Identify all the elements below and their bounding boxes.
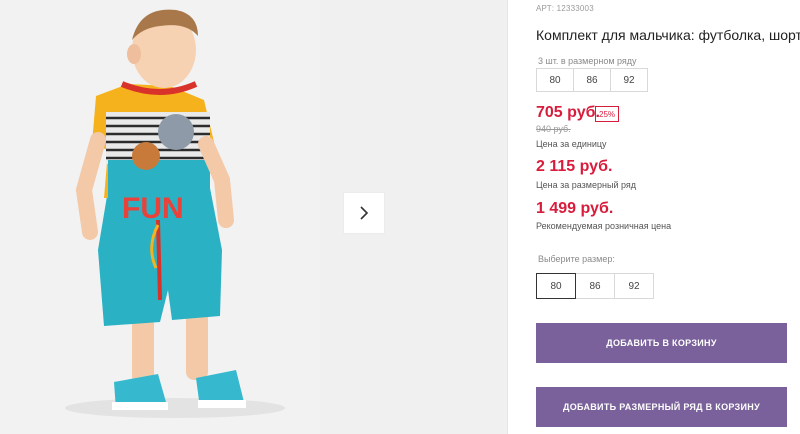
product-photo[interactable]: FUN [0, 0, 320, 434]
column-divider [507, 0, 508, 434]
size-select-label: Выберите размер: [538, 254, 615, 264]
shirt-print-text: FUN [122, 192, 184, 225]
unit-price-label: Цена за единицу [536, 139, 607, 149]
pack-size-cell: 92 [610, 68, 648, 92]
pack-size-cell: 86 [573, 68, 611, 92]
size-option-86[interactable]: 86 [575, 273, 615, 299]
unit-price: 705 руб. [536, 104, 600, 121]
product-title: Комплект для мальчика: футболка, шорты [536, 27, 800, 43]
size-option-80[interactable]: 80 [536, 273, 576, 299]
old-price: 940 руб. [536, 124, 571, 134]
product-gallery: FUN [0, 0, 507, 434]
retail-price: 1 499 руб. [536, 200, 614, 217]
pack-sizes: 80 86 92 [536, 68, 648, 92]
pack-size-cell: 80 [536, 68, 574, 92]
add-pack-to-cart-button[interactable]: ДОБАВИТЬ РАЗМЕРНЫЙ РЯД В КОРЗИНУ [536, 387, 787, 427]
discount-badge: 25% [595, 106, 620, 122]
size-selector: 80 86 92 [536, 273, 654, 299]
pack-price-label: Цена за размерный ряд [536, 180, 637, 190]
retail-price-label: Рекомендуемая розничная цена [536, 221, 672, 231]
next-image-button[interactable] [343, 192, 385, 234]
add-to-cart-button[interactable]: ДОБАВИТЬ В КОРЗИНУ [536, 323, 787, 363]
pack-size-label: 3 шт. в размерном ряду [538, 56, 637, 66]
boy-illustration: FUN [65, 9, 285, 418]
pack-price: 2 115 руб. [536, 158, 613, 175]
size-option-92[interactable]: 92 [614, 273, 654, 299]
article-number: АРТ: 12333003 [536, 4, 594, 13]
chevron-right-icon [360, 206, 369, 220]
